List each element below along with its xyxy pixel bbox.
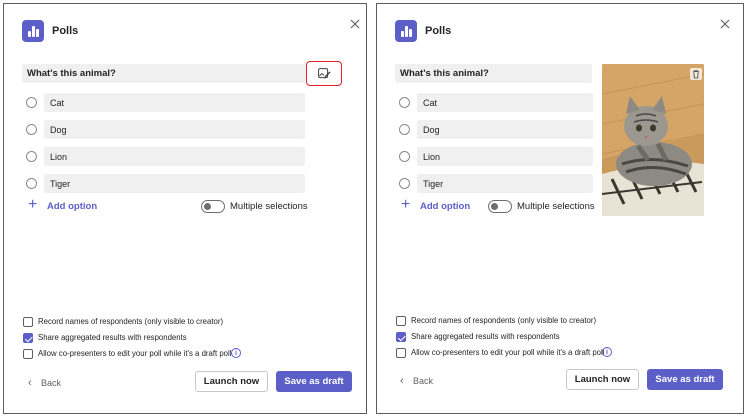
option-input-1[interactable]: Cat [44, 93, 305, 112]
share-results-checkbox[interactable] [396, 332, 406, 342]
record-names-checkbox[interactable] [396, 316, 406, 326]
back-label: Back [41, 378, 62, 388]
plus-icon: + [28, 196, 38, 213]
option-input-2[interactable]: Dog [44, 120, 305, 139]
record-names-label: Record names of respondents (only visibl… [38, 317, 224, 326]
record-names-checkbox[interactable] [23, 317, 33, 327]
option-input-3[interactable]: Lion [417, 147, 593, 166]
close-icon[interactable] [717, 16, 733, 32]
option-radio [26, 151, 37, 162]
allow-copresenters-checkbox[interactable] [23, 349, 33, 359]
option-row: Tiger [26, 174, 308, 193]
poll-chart-icon [22, 20, 44, 42]
polls-dialog-right: Polls What's this animal? Cat Dog Lion T… [376, 3, 744, 414]
option-radio [26, 97, 37, 108]
allow-copresenters-label: Allow co-presenters to edit your poll wh… [411, 348, 605, 357]
option-row: Lion [26, 147, 308, 166]
add-option-label: Add option [47, 201, 98, 212]
launch-now-button[interactable]: Launch now [566, 369, 639, 390]
plus-icon: + [401, 196, 411, 213]
multiple-selections-toggle[interactable] [488, 200, 512, 213]
save-as-draft-button[interactable]: Save as draft [276, 371, 352, 392]
share-results-checkbox[interactable] [23, 333, 33, 343]
save-as-draft-button[interactable]: Save as draft [647, 369, 723, 390]
polls-dialog-left: Polls What's this animal? Cat Dog Lion T… [3, 3, 367, 414]
add-option-label: Add option [420, 201, 471, 212]
option-row: Tiger [399, 174, 593, 193]
option-radio [399, 97, 410, 108]
add-image-button[interactable] [306, 61, 342, 86]
option-input-2[interactable]: Dog [417, 120, 593, 139]
option-row: Cat [399, 93, 593, 112]
launch-now-button[interactable]: Launch now [195, 371, 268, 392]
option-row: Cat [26, 93, 308, 112]
option-input-3[interactable]: Lion [44, 147, 305, 166]
back-label: Back [413, 376, 434, 386]
option-row: Lion [399, 147, 593, 166]
allow-copresenters-checkbox[interactable] [396, 348, 406, 358]
image-edit-icon [318, 68, 331, 79]
multiple-selections-label: Multiple selections [230, 201, 308, 212]
option-input-4[interactable]: Tiger [417, 174, 593, 193]
option-input-4[interactable]: Tiger [44, 174, 305, 193]
multiple-selections-toggle[interactable] [201, 200, 225, 213]
share-results-label: Share aggregated results with respondent… [38, 333, 187, 342]
poll-image [602, 64, 704, 216]
option-radio [399, 178, 410, 189]
multiple-selections-label: Multiple selections [517, 201, 595, 212]
option-radio [26, 124, 37, 135]
share-results-label: Share aggregated results with respondent… [411, 332, 560, 341]
chevron-left-icon: ‹ [28, 377, 32, 389]
poll-chart-icon [395, 20, 417, 42]
dialog-title: Polls [52, 25, 79, 37]
trash-icon[interactable] [690, 68, 702, 80]
option-row: Dog [399, 120, 593, 139]
info-icon[interactable]: i [602, 347, 612, 357]
option-radio [26, 178, 37, 189]
chevron-left-icon: ‹ [400, 375, 404, 387]
dialog-title: Polls [425, 25, 452, 37]
option-input-1[interactable]: Cat [417, 93, 593, 112]
option-radio [399, 151, 410, 162]
cat-photo [602, 64, 704, 216]
question-input[interactable]: What's this animal? [395, 64, 592, 83]
close-icon[interactable] [347, 16, 363, 32]
option-radio [399, 124, 410, 135]
info-icon[interactable]: i [231, 348, 241, 358]
record-names-label: Record names of respondents (only visibl… [411, 316, 597, 325]
question-input[interactable]: What's this animal? [22, 64, 306, 83]
option-row: Dog [26, 120, 308, 139]
allow-copresenters-label: Allow co-presenters to edit your poll wh… [38, 349, 232, 358]
